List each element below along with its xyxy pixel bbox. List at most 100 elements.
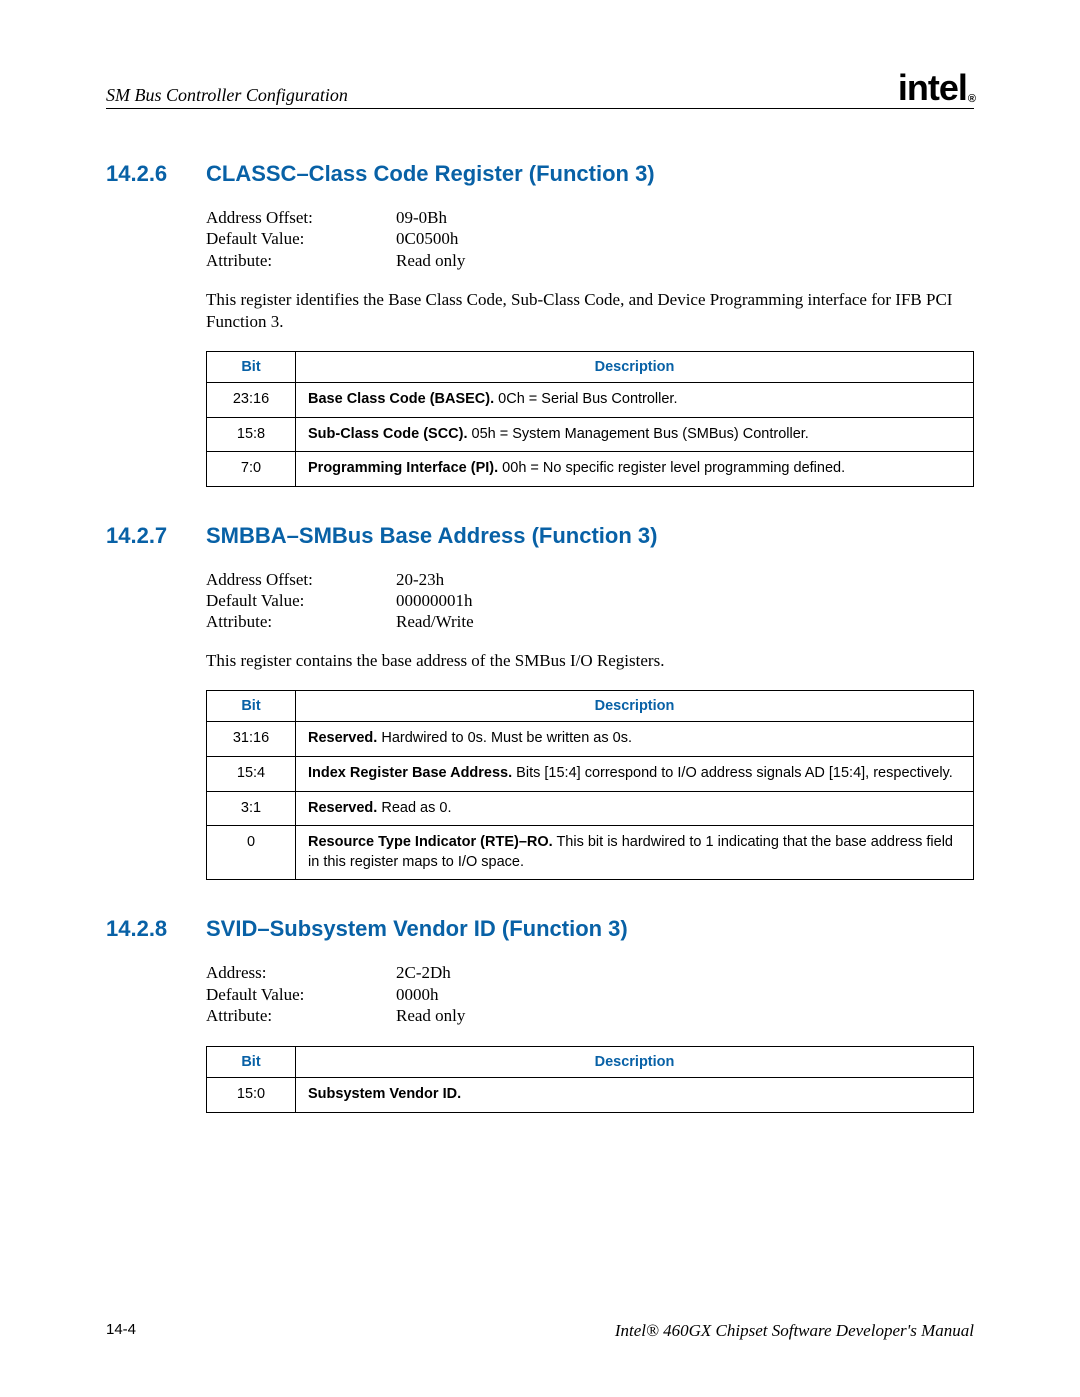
attr-row: Default Value: 0000h — [206, 984, 974, 1005]
cell-bit: 7:0 — [207, 452, 296, 487]
table-header-row: Bit Description — [207, 351, 974, 382]
desc-bold: Reserved. — [308, 730, 377, 746]
register-table-classc: Bit Description 23:16 Base Class Code (B… — [206, 351, 974, 487]
footer-manual-title: Intel® 460GX Chipset Software Developer'… — [615, 1321, 974, 1341]
attr-row: Address: 2C-2Dh — [206, 962, 974, 983]
intel-logo: intel® — [898, 70, 974, 106]
cell-desc: Index Register Base Address. Bits [15:4]… — [296, 757, 974, 792]
desc-bold: Subsystem Vendor ID. — [308, 1086, 461, 1102]
section-paragraph: This register identifies the Base Class … — [206, 289, 974, 333]
desc-text: 0Ch = Serial Bus Controller. — [494, 391, 677, 407]
desc-bold: Sub-Class Code (SCC). — [308, 426, 468, 442]
attr-row: Attribute: Read only — [206, 1005, 974, 1026]
section-title: CLASSC–Class Code Register (Function 3) — [206, 161, 655, 187]
cell-desc: Programming Interface (PI). 00h = No spe… — [296, 452, 974, 487]
desc-bold: Index Register Base Address. — [308, 765, 512, 781]
section-title: SMBBA–SMBus Base Address (Function 3) — [206, 523, 657, 549]
table-row: 15:0 Subsystem Vendor ID. — [207, 1078, 974, 1113]
register-table-smbba: Bit Description 31:16 Reserved. Hardwire… — [206, 690, 974, 880]
section-heading-1428: 14.2.8 SVID–Subsystem Vendor ID (Functio… — [106, 916, 974, 942]
section-heading-1426: 14.2.6 CLASSC–Class Code Register (Funct… — [106, 161, 974, 187]
section-number: 14.2.8 — [106, 916, 206, 942]
attr-label: Default Value: — [206, 590, 396, 611]
cell-desc: Resource Type Indicator (RTE)–RO. This b… — [296, 826, 974, 880]
section-body-1426: Address Offset: 09-0Bh Default Value: 0C… — [206, 207, 974, 487]
page-header: SM Bus Controller Configuration intel® — [106, 70, 974, 109]
table-row: 23:16 Base Class Code (BASEC). 0Ch = Ser… — [207, 382, 974, 417]
section-title: SVID–Subsystem Vendor ID (Function 3) — [206, 916, 628, 942]
desc-bold: Reserved. — [308, 800, 377, 816]
attr-label: Attribute: — [206, 611, 396, 632]
cell-bit: 3:1 — [207, 791, 296, 826]
header-title: SM Bus Controller Configuration — [106, 85, 348, 106]
attr-label: Default Value: — [206, 228, 396, 249]
footer-page-number: 14-4 — [106, 1321, 136, 1341]
cell-desc: Base Class Code (BASEC). 0Ch = Serial Bu… — [296, 382, 974, 417]
th-description: Description — [296, 1047, 974, 1078]
desc-bold: Programming Interface (PI). — [308, 460, 498, 476]
th-bit: Bit — [207, 351, 296, 382]
table-row: 15:8 Sub-Class Code (SCC). 05h = System … — [207, 417, 974, 452]
logo-registered: ® — [968, 93, 975, 105]
page: SM Bus Controller Configuration intel® 1… — [0, 0, 1080, 1397]
desc-text: Bits [15:4] correspond to I/O address si… — [512, 765, 953, 781]
attr-label: Attribute: — [206, 250, 396, 271]
table-header-row: Bit Description — [207, 1047, 974, 1078]
attr-value: 09-0Bh — [396, 207, 447, 228]
attr-label: Address Offset: — [206, 569, 396, 590]
cell-bit: 23:16 — [207, 382, 296, 417]
attr-value: 0C0500h — [396, 228, 458, 249]
th-bit: Bit — [207, 691, 296, 722]
desc-text: 00h = No specific register level program… — [498, 460, 845, 476]
logo-text: intel — [898, 67, 967, 108]
th-description: Description — [296, 691, 974, 722]
attr-row: Address Offset: 09-0Bh — [206, 207, 974, 228]
section-body-1428: Address: 2C-2Dh Default Value: 0000h Att… — [206, 962, 974, 1112]
desc-text: Hardwired to 0s. Must be written as 0s. — [377, 730, 632, 746]
attr-value: 20-23h — [396, 569, 444, 590]
th-description: Description — [296, 351, 974, 382]
attr-value: 2C-2Dh — [396, 962, 451, 983]
table-header-row: Bit Description — [207, 691, 974, 722]
table-row: 15:4 Index Register Base Address. Bits [… — [207, 757, 974, 792]
attr-label: Address Offset: — [206, 207, 396, 228]
attr-value: 00000001h — [396, 590, 473, 611]
cell-bit: 0 — [207, 826, 296, 880]
attr-row: Attribute: Read/Write — [206, 611, 974, 632]
cell-bit: 15:8 — [207, 417, 296, 452]
section-heading-1427: 14.2.7 SMBBA–SMBus Base Address (Functio… — [106, 523, 974, 549]
table-row: 3:1 Reserved. Read as 0. — [207, 791, 974, 826]
register-table-svid: Bit Description 15:0 Subsystem Vendor ID… — [206, 1046, 974, 1113]
table-row: 31:16 Reserved. Hardwired to 0s. Must be… — [207, 722, 974, 757]
attr-row: Default Value: 0C0500h — [206, 228, 974, 249]
page-footer: 14-4 Intel® 460GX Chipset Software Devel… — [106, 1321, 974, 1341]
table-row: 0 Resource Type Indicator (RTE)–RO. This… — [207, 826, 974, 880]
cell-bit: 31:16 — [207, 722, 296, 757]
attr-value: 0000h — [396, 984, 439, 1005]
th-bit: Bit — [207, 1047, 296, 1078]
cell-bit: 15:4 — [207, 757, 296, 792]
attr-value: Read/Write — [396, 611, 474, 632]
section-number: 14.2.6 — [106, 161, 206, 187]
section-number: 14.2.7 — [106, 523, 206, 549]
attr-label: Address: — [206, 962, 396, 983]
section-body-1427: Address Offset: 20-23h Default Value: 00… — [206, 569, 974, 881]
cell-bit: 15:0 — [207, 1078, 296, 1113]
desc-text: 05h = System Management Bus (SMBus) Cont… — [468, 426, 809, 442]
cell-desc: Sub-Class Code (SCC). 05h = System Manag… — [296, 417, 974, 452]
attr-row: Default Value: 00000001h — [206, 590, 974, 611]
cell-desc: Reserved. Hardwired to 0s. Must be writt… — [296, 722, 974, 757]
desc-text: Read as 0. — [377, 800, 451, 816]
table-row: 7:0 Programming Interface (PI). 00h = No… — [207, 452, 974, 487]
attr-row: Attribute: Read only — [206, 250, 974, 271]
desc-bold: Resource Type Indicator (RTE)–RO. — [308, 834, 553, 850]
cell-desc: Subsystem Vendor ID. — [296, 1078, 974, 1113]
attr-row: Address Offset: 20-23h — [206, 569, 974, 590]
cell-desc: Reserved. Read as 0. — [296, 791, 974, 826]
attr-label: Attribute: — [206, 1005, 396, 1026]
attr-value: Read only — [396, 250, 465, 271]
attr-value: Read only — [396, 1005, 465, 1026]
attr-label: Default Value: — [206, 984, 396, 1005]
section-paragraph: This register contains the base address … — [206, 650, 974, 672]
desc-bold: Base Class Code (BASEC). — [308, 391, 494, 407]
